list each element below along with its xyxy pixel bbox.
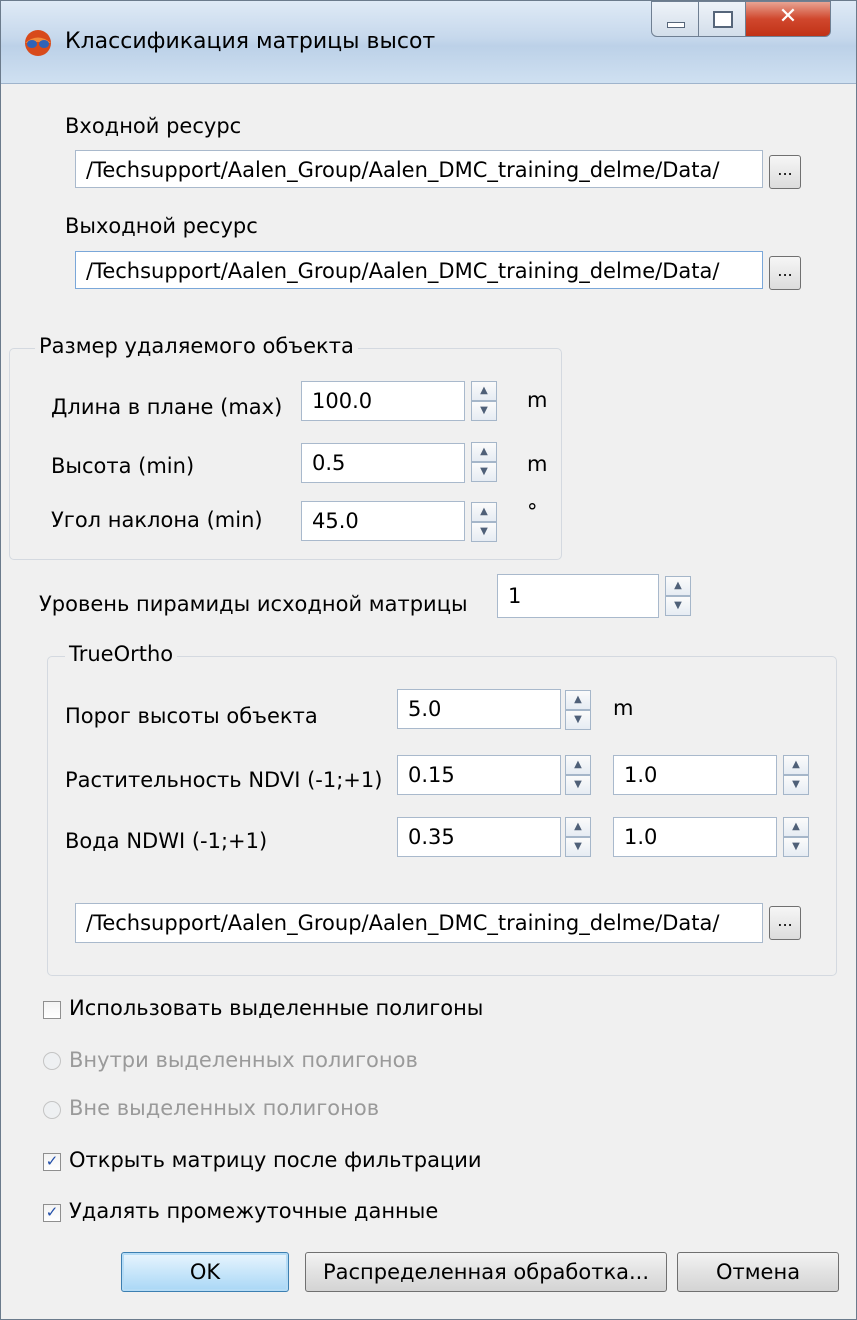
slope-label: Угол наклона (min) [51,508,263,532]
spin-up-icon[interactable]: ▲ [565,817,591,837]
threshold-input[interactable]: 5.0 [397,689,561,729]
ndwi-min-spinner[interactable]: ▲ ▼ [565,817,591,857]
window-title: Классификация матрицы высот [65,29,436,54]
height-unit: m [527,452,548,476]
input-resource-field[interactable]: /Techsupport/Aalen_Group/Aalen_DMC_train… [75,150,763,188]
inside-polygons-label: Внутри выделенных полигонов [69,1048,418,1072]
ndwi-min-input[interactable]: 0.35 [397,817,561,857]
slope-unit: ° [527,500,538,524]
spin-down-icon[interactable]: ▼ [471,462,497,482]
minimize-button[interactable] [651,1,699,37]
ok-button[interactable]: OK [121,1252,289,1292]
use-polygons-checkbox[interactable] [43,1001,61,1019]
length-unit: m [527,388,548,412]
spin-up-icon[interactable]: ▲ [565,755,591,775]
spin-down-icon[interactable]: ▼ [565,775,591,795]
spin-down-icon[interactable]: ▼ [565,837,591,857]
title-bar[interactable]: Классификация матрицы высот ✕ [1,1,856,84]
spin-down-icon[interactable]: ▼ [471,522,497,542]
length-spinner[interactable]: ▲ ▼ [471,381,497,421]
threshold-unit: m [613,696,634,720]
length-input[interactable]: 100.0 [301,381,465,421]
ndvi-min-input[interactable]: 0.15 [397,755,561,795]
spin-up-icon[interactable]: ▲ [471,502,497,522]
inside-polygons-radio[interactable] [43,1052,61,1070]
ndvi-max-spinner[interactable]: ▲ ▼ [783,755,809,795]
maximize-icon [713,11,733,28]
spin-down-icon[interactable]: ▼ [783,775,809,795]
delete-temp-label: Удалять промежуточные данные [69,1199,439,1223]
output-resource-field[interactable]: /Techsupport/Aalen_Group/Aalen_DMC_train… [75,251,763,289]
spin-down-icon[interactable]: ▼ [665,596,691,616]
trueortho-title: TrueOrtho [65,642,178,666]
spin-down-icon[interactable]: ▼ [783,837,809,857]
spin-up-icon[interactable]: ▲ [471,442,497,462]
ndwi-max-spinner[interactable]: ▲ ▼ [783,817,809,857]
close-button[interactable]: ✕ [745,1,831,37]
spin-down-icon[interactable]: ▼ [565,710,591,730]
spin-up-icon[interactable]: ▲ [665,576,691,596]
spin-down-icon[interactable]: ▼ [471,401,497,421]
spin-up-icon[interactable]: ▲ [783,755,809,775]
slope-spinner[interactable]: ▲ ▼ [471,502,497,542]
distributed-processing-button[interactable]: Распределенная обработка... [305,1252,667,1292]
ndwi-label: Вода NDWI (-1;+1) [65,829,268,853]
outside-polygons-label: Вне выделенных полигонов [69,1096,380,1120]
input-resource-label: Входной ресурс [65,114,242,138]
output-resource-label: Выходной ресурс [65,214,258,238]
minimize-icon [667,22,685,28]
ndwi-max-input[interactable]: 1.0 [613,817,777,857]
threshold-label: Порог высоты объекта [65,704,318,728]
spin-up-icon[interactable]: ▲ [471,381,497,401]
delete-temp-checkbox[interactable]: ✓ [43,1204,61,1222]
open-after-checkbox[interactable]: ✓ [43,1153,61,1171]
app-icon [25,30,51,56]
outside-polygons-radio[interactable] [43,1101,61,1119]
open-after-label: Открыть матрицу после фильтрации [69,1148,482,1172]
spin-up-icon[interactable]: ▲ [565,690,591,710]
trueortho-browse-button[interactable]: ... [769,906,801,940]
pyramid-label: Уровень пирамиды исходной матрицы [39,592,468,616]
pyramid-spinner[interactable]: ▲ ▼ [665,576,691,616]
trueortho-path-field[interactable]: /Techsupport/Aalen_Group/Aalen_DMC_train… [75,903,763,943]
ndvi-max-input[interactable]: 1.0 [613,755,777,795]
ndvi-min-spinner[interactable]: ▲ ▼ [565,755,591,795]
cancel-button[interactable]: Отмена [677,1252,839,1292]
dialog-body: Входной ресурс /Techsupport/Aalen_Group/… [9,84,848,1311]
ndvi-label: Растительность NDVI (-1;+1) [65,768,383,792]
height-input[interactable]: 0.5 [301,443,465,483]
length-label: Длина в плане (max) [51,395,283,419]
maximize-button[interactable] [698,1,746,37]
height-label: Высота (min) [51,454,195,478]
use-polygons-label: Использовать выделенные полигоны [69,996,484,1020]
slope-input[interactable]: 45.0 [301,501,465,541]
dialog-window: Классификация матрицы высот ✕ Входной ре… [0,0,857,1320]
height-spinner[interactable]: ▲ ▼ [471,442,497,482]
input-browse-button[interactable]: ... [769,155,801,189]
close-icon: ✕ [778,4,798,29]
pyramid-input[interactable]: 1 [497,574,659,618]
object-size-title: Размер удаляемого объекта [35,334,358,358]
output-browse-button[interactable]: ... [769,256,801,290]
spin-up-icon[interactable]: ▲ [783,817,809,837]
threshold-spinner[interactable]: ▲ ▼ [565,690,591,730]
